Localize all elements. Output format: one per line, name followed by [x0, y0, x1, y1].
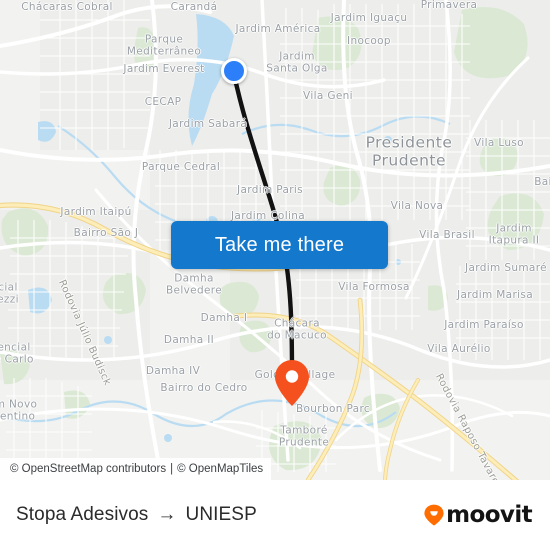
moovit-logo[interactable]: moovit [423, 502, 533, 528]
map-pin-icon [275, 360, 309, 406]
route-title: Stopa Adesivos → UNIESP [16, 504, 257, 526]
take-me-there-button[interactable]: Take me there [171, 221, 388, 269]
attribution-openstreetmap[interactable]: © OpenStreetMap contributors [10, 463, 166, 475]
footer-bar: Stopa Adesivos → UNIESP moovit [0, 480, 550, 550]
moovit-pin-icon [424, 504, 444, 526]
arrow-right-icon: → [157, 504, 177, 525]
route-origin-label: Stopa Adesivos [16, 504, 149, 525]
destination-pin-marker[interactable] [275, 360, 309, 406]
attribution-openmaptiles[interactable]: © OpenMapTiles [177, 463, 263, 475]
moovit-wordmark: moovit [446, 502, 532, 528]
attribution-separator: | [170, 463, 174, 475]
map-canvas[interactable]: Chácaras Cobral Carandá Jardim América Jard… [0, 0, 550, 480]
origin-dot-marker[interactable] [221, 58, 247, 84]
route-destination-label: UNIESP [185, 504, 257, 525]
moovit-route-screen: Chácaras Cobral Carandá Jardim América Jard… [0, 0, 550, 550]
map-attribution: © OpenStreetMap contributors | © OpenMap… [0, 458, 272, 480]
